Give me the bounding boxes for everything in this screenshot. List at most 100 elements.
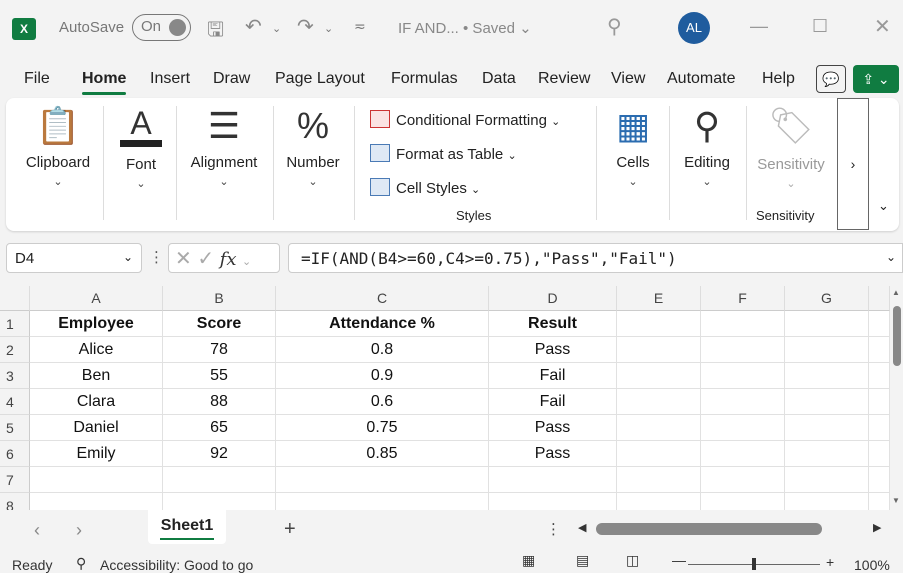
font-button[interactable]: A Font ⌄ xyxy=(108,106,174,190)
close-icon[interactable]: ✕ xyxy=(874,14,891,39)
row-header[interactable]: 4 xyxy=(0,389,30,415)
cell[interactable]: 92 xyxy=(163,441,276,467)
cell[interactable] xyxy=(701,493,785,510)
undo-dropdown-icon[interactable]: ⌄ xyxy=(272,22,281,35)
redo-dropdown-icon[interactable]: ⌄ xyxy=(324,22,333,35)
cell[interactable] xyxy=(869,389,890,415)
cell[interactable]: 0.85 xyxy=(276,441,489,467)
header-cell[interactable]: Result xyxy=(489,311,617,337)
cell[interactable]: Daniel xyxy=(30,415,163,441)
prev-sheet-icon[interactable]: ‹ xyxy=(34,520,40,541)
cell[interactable] xyxy=(617,389,701,415)
cell[interactable]: Pass xyxy=(489,337,617,363)
cell[interactable] xyxy=(617,311,701,337)
row-header[interactable]: 2 xyxy=(0,337,30,363)
cell[interactable] xyxy=(701,389,785,415)
cell[interactable]: 88 xyxy=(163,389,276,415)
cell[interactable] xyxy=(869,415,890,441)
cell[interactable] xyxy=(785,363,869,389)
menu-data[interactable]: Data xyxy=(482,70,516,88)
cell[interactable] xyxy=(701,467,785,493)
cell[interactable] xyxy=(617,363,701,389)
column-header-b[interactable]: B xyxy=(163,286,276,311)
cell[interactable]: Ben xyxy=(30,363,163,389)
menu-draw[interactable]: Draw xyxy=(213,70,250,88)
cell-styles-button[interactable]: Cell Styles ⌄ xyxy=(370,178,480,197)
undo-icon[interactable]: ↶ xyxy=(245,14,262,39)
cell[interactable] xyxy=(785,467,869,493)
scroll-left-icon[interactable]: ◀ xyxy=(578,521,586,534)
editing-button[interactable]: ⚲ Editing ⌄ xyxy=(674,106,740,189)
cell[interactable] xyxy=(869,363,890,389)
cell[interactable]: Pass xyxy=(489,415,617,441)
cell[interactable] xyxy=(869,493,890,510)
name-box[interactable]: D4 ⌄ xyxy=(6,243,142,273)
enter-icon[interactable]: ✓ xyxy=(197,248,214,270)
maximize-icon[interactable]: ☐ xyxy=(812,16,828,37)
column-header-e[interactable]: E xyxy=(617,286,701,311)
column-header-d[interactable]: D xyxy=(489,286,617,311)
cell[interactable]: Pass xyxy=(489,441,617,467)
insert-function-icon[interactable]: fx xyxy=(220,249,237,270)
menu-file[interactable]: File xyxy=(24,70,50,88)
avatar[interactable]: AL xyxy=(678,12,710,44)
minimize-icon[interactable]: — xyxy=(750,16,768,37)
ribbon-more-button[interactable]: › xyxy=(837,98,869,230)
cell[interactable]: Fail xyxy=(489,389,617,415)
column-header-a[interactable]: A xyxy=(30,286,163,311)
cell[interactable] xyxy=(163,493,276,510)
normal-view-icon[interactable]: ▦ xyxy=(522,552,535,569)
zoom-slider-thumb[interactable] xyxy=(752,558,756,570)
header-cell[interactable]: Score xyxy=(163,311,276,337)
more-options-icon[interactable]: ⋮ xyxy=(149,248,164,266)
menu-automate[interactable]: Automate xyxy=(667,70,735,88)
next-sheet-icon[interactable]: › xyxy=(76,520,82,541)
row-header[interactable]: 6 xyxy=(0,441,30,467)
page-break-view-icon[interactable]: ◫ xyxy=(626,552,639,569)
cell[interactable] xyxy=(617,467,701,493)
share-button[interactable]: ⇪ ⌄ xyxy=(853,65,899,93)
save-icon[interactable]: 🖫 xyxy=(207,15,224,49)
header-cell[interactable]: Attendance % xyxy=(276,311,489,337)
cell[interactable] xyxy=(276,467,489,493)
scroll-up-icon[interactable]: ▲ xyxy=(892,288,900,297)
cell[interactable]: 55 xyxy=(163,363,276,389)
menu-view[interactable]: View xyxy=(611,70,645,88)
cell[interactable] xyxy=(785,311,869,337)
cell[interactable] xyxy=(701,363,785,389)
menu-insert[interactable]: Insert xyxy=(150,70,190,88)
cell[interactable] xyxy=(489,493,617,510)
search-icon[interactable]: ⚲ xyxy=(607,14,622,39)
comments-button[interactable]: 💬 xyxy=(816,65,846,93)
row-header[interactable]: 1 xyxy=(0,311,30,337)
clipboard-button[interactable]: 📋 Clipboard ⌄ xyxy=(20,106,96,189)
cell[interactable] xyxy=(869,441,890,467)
conditional-formatting-button[interactable]: Conditional Formatting ⌄ xyxy=(370,110,560,129)
number-button[interactable]: % Number ⌄ xyxy=(278,106,348,189)
cell[interactable] xyxy=(617,493,701,510)
vertical-scrollbar[interactable]: ▲ ▼ xyxy=(890,286,903,510)
menu-home[interactable]: Home xyxy=(82,70,127,95)
expand-formula-icon[interactable]: ⌄ xyxy=(886,250,896,264)
formula-input[interactable]: =IF(AND(B4>=60,C4>=0.75),"Pass","Fail") ⌄ xyxy=(288,243,903,273)
cell[interactable] xyxy=(701,441,785,467)
menu-help[interactable]: Help xyxy=(762,70,795,88)
zoom-in-icon[interactable]: + xyxy=(826,554,834,570)
redo-icon[interactable]: ↷ xyxy=(297,14,314,39)
cell[interactable]: 0.6 xyxy=(276,389,489,415)
cell[interactable] xyxy=(785,441,869,467)
cell[interactable] xyxy=(785,337,869,363)
cell[interactable] xyxy=(163,467,276,493)
menu-page-layout[interactable]: Page Layout xyxy=(275,70,365,88)
cell[interactable] xyxy=(30,493,163,510)
document-title[interactable]: IF AND... • Saved ⌄ xyxy=(398,19,532,37)
cell[interactable] xyxy=(617,441,701,467)
cell[interactable]: Fail xyxy=(489,363,617,389)
customize-toolbar-icon[interactable]: ≂ xyxy=(354,18,366,35)
row-header[interactable]: 3 xyxy=(0,363,30,389)
column-header-g[interactable]: G xyxy=(785,286,869,311)
cells-button[interactable]: ▦ Cells ⌄ xyxy=(604,106,662,189)
cell[interactable] xyxy=(617,415,701,441)
menu-formulas[interactable]: Formulas xyxy=(391,70,458,88)
cell[interactable]: 0.75 xyxy=(276,415,489,441)
